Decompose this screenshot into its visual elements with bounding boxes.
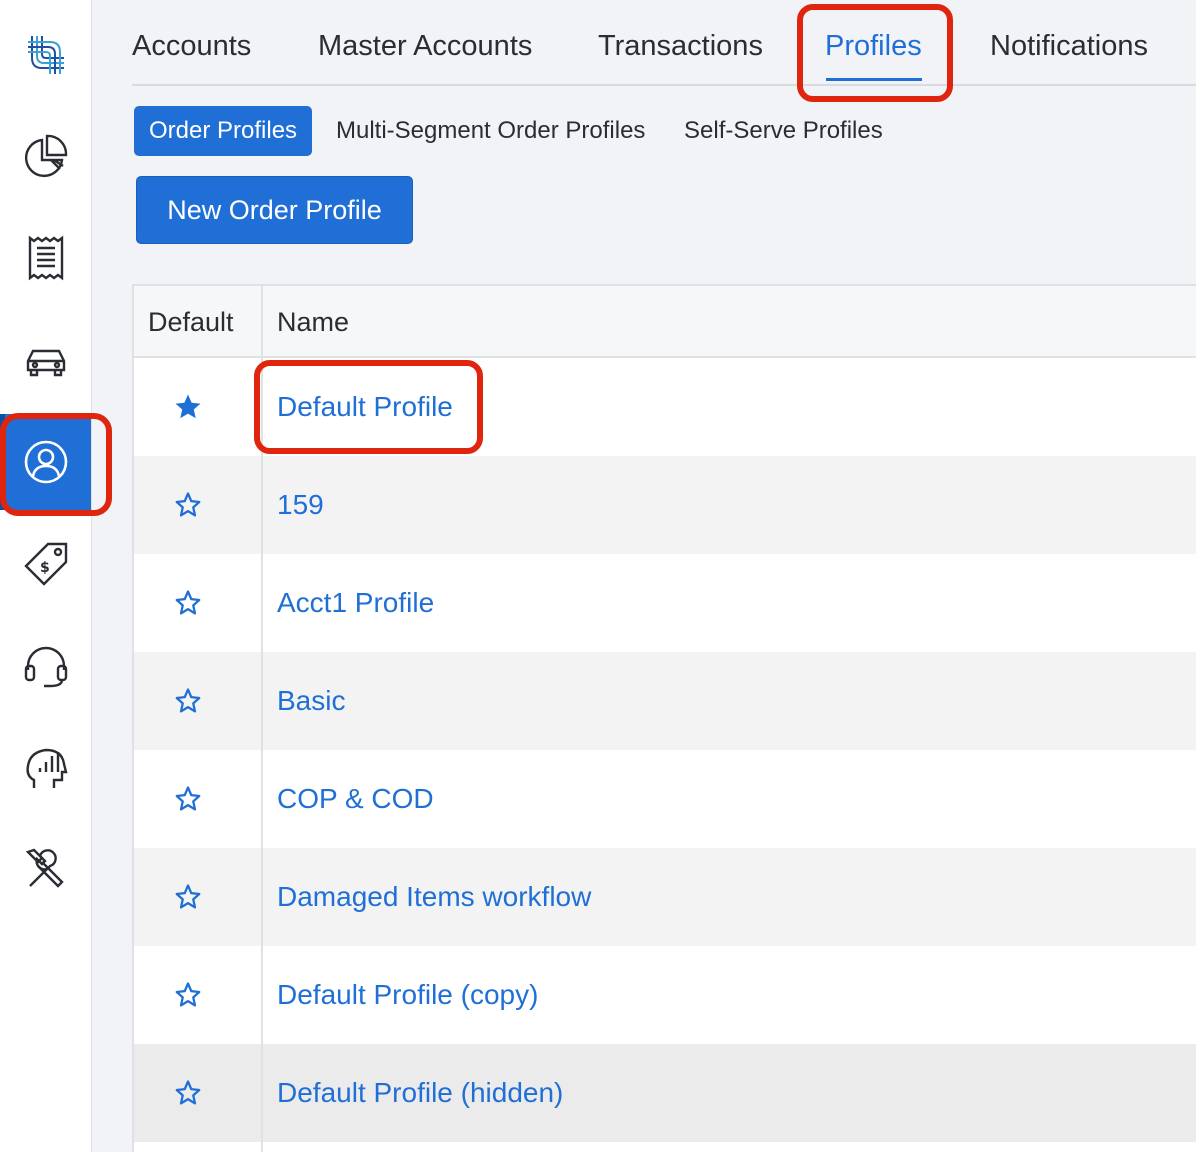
star-filled-icon[interactable] bbox=[172, 358, 204, 456]
profiles-table: Default Name Default Profile 159 Acct1 Pro… bbox=[132, 284, 1196, 1152]
sidebar: $ bbox=[0, 0, 92, 1152]
table-row[interactable]: Damaged Items workflow bbox=[134, 848, 1196, 946]
table-row[interactable]: 159 bbox=[134, 456, 1196, 554]
star-outline-icon[interactable] bbox=[172, 750, 204, 848]
profile-name-link[interactable]: Damaged Items workflow bbox=[277, 848, 591, 946]
price-tag-icon[interactable]: $ bbox=[0, 516, 91, 612]
profile-name-link[interactable]: COP & COD bbox=[277, 750, 434, 848]
tab-transactions[interactable]: Transactions bbox=[598, 30, 763, 63]
table-row[interactable]: Default Profile (hidden) bbox=[134, 1044, 1196, 1142]
new-order-profile-button[interactable]: New Order Profile bbox=[136, 176, 413, 244]
tab-notifications[interactable]: Notifications bbox=[990, 30, 1148, 63]
receipt-icon[interactable] bbox=[0, 210, 91, 306]
star-outline-icon[interactable] bbox=[172, 848, 204, 946]
tools-icon[interactable] bbox=[0, 822, 91, 918]
table-row[interactable]: Acct1 Profile bbox=[134, 554, 1196, 652]
profile-name-link[interactable]: Default Profile bbox=[277, 358, 453, 456]
tab-accounts[interactable]: Accounts bbox=[132, 30, 251, 63]
profile-name-link[interactable]: Acct1 Profile bbox=[277, 554, 434, 652]
profile-name-link[interactable]: Default Profile (hidden) bbox=[277, 1044, 563, 1142]
active-indicator bbox=[0, 414, 5, 510]
star-outline-icon[interactable] bbox=[172, 554, 204, 652]
subtab-self-serve-profiles[interactable]: Self-Serve Profiles bbox=[684, 106, 883, 156]
table-row[interactable]: COP & COD bbox=[134, 750, 1196, 848]
active-tab-underline bbox=[826, 78, 922, 81]
headset-icon[interactable] bbox=[0, 618, 91, 714]
subtab-multi-segment-order-profiles[interactable]: Multi-Segment Order Profiles bbox=[336, 106, 645, 156]
column-header-name[interactable]: Name bbox=[277, 286, 349, 358]
profile-name-link[interactable]: Basic bbox=[277, 652, 345, 750]
top-tab-bar: Accounts Master Accounts Transactions Pr… bbox=[132, 0, 1196, 86]
svg-text:$: $ bbox=[40, 560, 50, 576]
profile-name-link[interactable]: Default Profile (copy) bbox=[277, 946, 538, 1044]
analytics-head-icon[interactable] bbox=[0, 720, 91, 816]
table-row[interactable]: Basic bbox=[134, 652, 1196, 750]
logo-icon[interactable] bbox=[0, 6, 91, 102]
subtab-order-profiles[interactable]: Order Profiles bbox=[134, 106, 313, 156]
user-profile-icon[interactable] bbox=[0, 414, 91, 510]
table-row[interactable]: Default Profile bbox=[134, 358, 1196, 456]
column-header-default: Default bbox=[148, 306, 234, 337]
pie-chart-icon[interactable] bbox=[0, 108, 91, 204]
star-outline-icon[interactable] bbox=[172, 1044, 204, 1142]
car-icon[interactable] bbox=[0, 312, 91, 408]
star-outline-icon[interactable] bbox=[172, 946, 204, 1044]
star-outline-icon[interactable] bbox=[172, 456, 204, 554]
tab-master-accounts[interactable]: Master Accounts bbox=[318, 30, 532, 63]
profile-name-link[interactable]: 159 bbox=[277, 456, 324, 554]
table-header: Default Name bbox=[134, 286, 1196, 358]
column-divider bbox=[261, 286, 263, 1152]
star-outline-icon[interactable] bbox=[172, 652, 204, 750]
table-row[interactable]: Default Profile (copy) bbox=[134, 946, 1196, 1044]
tab-profiles[interactable]: Profiles bbox=[825, 30, 922, 63]
